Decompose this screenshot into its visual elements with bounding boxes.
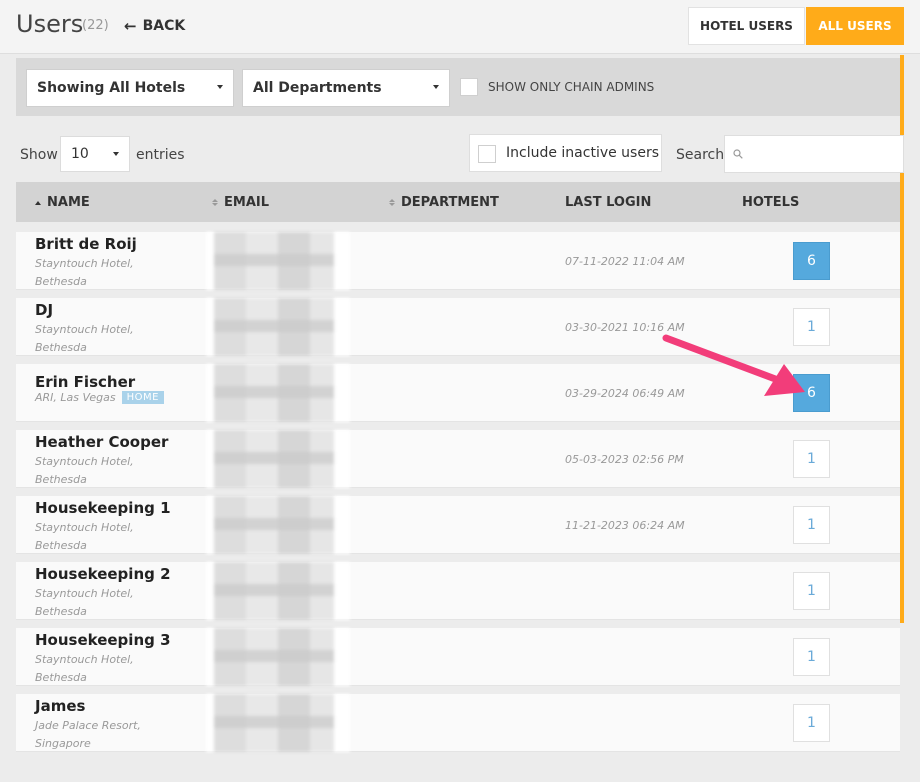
- hotels-count-button[interactable]: 6: [793, 242, 830, 280]
- email-redacted: [206, 430, 350, 488]
- page-header: Users (22) ← BACK HOTEL USERS ALL USERS: [0, 0, 920, 54]
- email-redacted: [206, 496, 350, 554]
- back-label: BACK: [142, 18, 186, 34]
- page-title: Users: [16, 10, 84, 38]
- column-header-last-login[interactable]: LAST LOGIN: [565, 195, 651, 210]
- user-location: Jade Palace Resort, Singapore: [35, 719, 141, 750]
- hotel-filter-select[interactable]: Showing All Hotels: [26, 69, 234, 107]
- column-label: NAME: [47, 195, 90, 210]
- search-label: Search: [676, 147, 725, 163]
- show-label: Show: [20, 147, 58, 163]
- column-label: DEPARTMENT: [401, 195, 499, 210]
- hotels-count-button[interactable]: 1: [793, 440, 830, 478]
- department-filter-select[interactable]: All Departments: [242, 69, 450, 107]
- table-row[interactable]: James Jade Palace Resort, Singapore 1: [16, 694, 900, 752]
- user-location: ARI, Las Vegas HOME: [35, 391, 164, 404]
- user-name: James: [35, 697, 86, 715]
- column-header-name[interactable]: NAME: [35, 195, 90, 210]
- table-header: NAME EMAIL DEPARTMENT LAST LOGIN HOTELS: [16, 182, 900, 222]
- sort-asc-icon: [35, 200, 41, 205]
- tab-hotel-users[interactable]: HOTEL USERS: [688, 7, 805, 45]
- user-name: DJ: [35, 301, 54, 319]
- hotels-count-button[interactable]: 1: [793, 572, 830, 610]
- column-header-email[interactable]: EMAIL: [212, 195, 269, 210]
- table-row[interactable]: Heather Cooper Stayntouch Hotel, Bethesd…: [16, 430, 900, 488]
- email-redacted: [206, 364, 350, 422]
- column-header-hotels[interactable]: HOTELS: [742, 195, 799, 210]
- back-button[interactable]: ← BACK: [124, 18, 185, 34]
- hotel-filter-value: Showing All Hotels: [37, 80, 186, 96]
- email-redacted: [206, 562, 350, 620]
- user-name: Heather Cooper: [35, 433, 169, 451]
- department-filter-value: All Departments: [253, 80, 382, 96]
- table-row[interactable]: Housekeeping 1 Stayntouch Hotel, Bethesd…: [16, 496, 900, 554]
- hotels-count-button[interactable]: 1: [793, 638, 830, 676]
- user-location: Stayntouch Hotel, Bethesda: [35, 653, 134, 684]
- hotels-count-button[interactable]: 1: [793, 506, 830, 544]
- user-location-text: ARI, Las Vegas: [35, 391, 116, 404]
- user-name: Housekeeping 2: [35, 565, 171, 583]
- include-inactive-checkbox[interactable]: [478, 145, 496, 163]
- user-location: Stayntouch Hotel, Bethesda: [35, 257, 134, 288]
- user-name: Erin Fischer: [35, 373, 136, 391]
- table-row[interactable]: Britt de Roij Stayntouch Hotel, Bethesda…: [16, 232, 900, 290]
- caret-down-icon: [113, 152, 119, 156]
- column-header-department[interactable]: DEPARTMENT: [389, 195, 499, 210]
- user-location: Stayntouch Hotel, Bethesda: [35, 455, 134, 486]
- arrow-left-icon: ←: [124, 17, 137, 35]
- user-location: Stayntouch Hotel, Bethesda: [35, 587, 134, 618]
- entries-select[interactable]: 10: [60, 136, 130, 172]
- hotels-count-button[interactable]: 1: [793, 704, 830, 742]
- tab-all-users[interactable]: ALL USERS: [806, 7, 904, 45]
- entries-label: entries: [136, 147, 185, 163]
- chain-admins-label: SHOW ONLY CHAIN ADMINS: [488, 80, 655, 94]
- sort-icon: [212, 199, 218, 206]
- user-location: Stayntouch Hotel, Bethesda: [35, 323, 134, 354]
- last-login: 07-11-2022 11:04 AM: [565, 255, 685, 268]
- table-row[interactable]: Housekeeping 3 Stayntouch Hotel, Bethesd…: [16, 628, 900, 686]
- user-count: (22): [82, 18, 109, 33]
- include-inactive-label: Include inactive users: [506, 145, 660, 161]
- user-location: Stayntouch Hotel, Bethesda: [35, 521, 134, 552]
- entries-value: 10: [71, 146, 89, 162]
- annotation-arrow-icon: [662, 334, 805, 396]
- sort-icon: [389, 199, 395, 206]
- column-label: LAST LOGIN: [565, 195, 652, 210]
- email-redacted: [206, 628, 350, 686]
- user-name: Britt de Roij: [35, 235, 137, 253]
- email-redacted: [206, 232, 350, 290]
- user-name: Housekeeping 3: [35, 631, 171, 649]
- caret-down-icon: [217, 85, 223, 89]
- filter-bar: Showing All Hotels All Departments SHOW …: [16, 58, 900, 116]
- last-login: 11-21-2023 06:24 AM: [565, 519, 685, 532]
- home-badge: HOME: [121, 391, 164, 404]
- table-row[interactable]: Housekeeping 2 Stayntouch Hotel, Bethesd…: [16, 562, 900, 620]
- search-icon: [733, 149, 743, 159]
- email-redacted: [206, 298, 350, 356]
- column-label: EMAIL: [224, 195, 269, 210]
- column-label: HOTELS: [742, 195, 800, 210]
- user-name: Housekeeping 1: [35, 499, 171, 517]
- email-redacted: [206, 694, 350, 752]
- chain-admins-checkbox[interactable]: [460, 78, 478, 96]
- caret-down-icon: [433, 85, 439, 89]
- last-login: 05-03-2023 02:56 PM: [565, 453, 684, 466]
- search-input[interactable]: [724, 135, 904, 173]
